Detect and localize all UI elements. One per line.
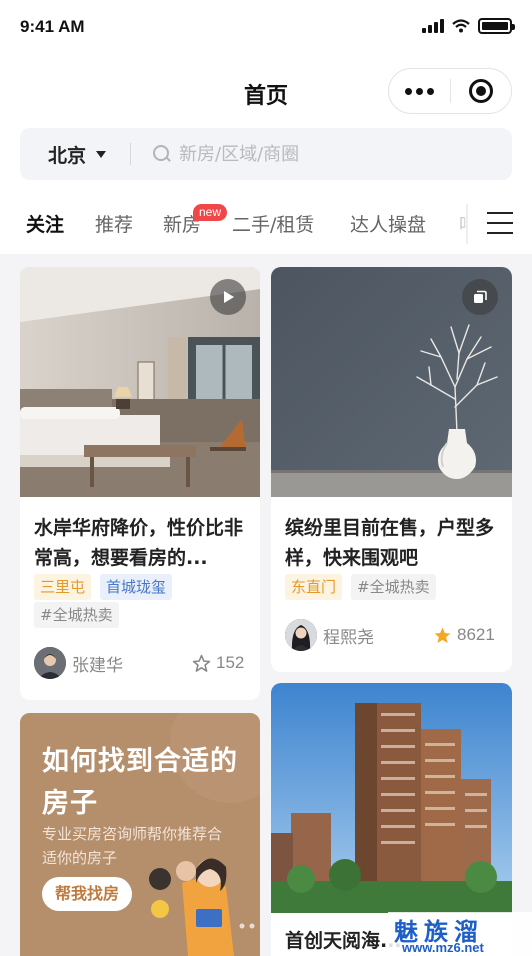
watermark-url: www.mz6.net bbox=[402, 940, 484, 955]
gallery-button[interactable] bbox=[462, 279, 498, 315]
tab-resale-rental[interactable]: 二手/租赁 bbox=[232, 210, 314, 237]
star-filled-icon bbox=[434, 627, 451, 643]
tabs-menu-button[interactable] bbox=[468, 192, 532, 254]
post-cover-image bbox=[271, 683, 512, 913]
tag-hashtag[interactable]: #全城热卖 bbox=[34, 602, 119, 628]
search-divider bbox=[130, 143, 132, 165]
find-home-button[interactable]: 帮我找房 bbox=[42, 877, 133, 911]
status-bar: 9:41 AM bbox=[0, 0, 532, 56]
menu-icon bbox=[487, 212, 513, 234]
promo-card[interactable]: 如何找到合适的房子 专业买房咨询师帮你推荐合适你的房子 帮我找房 bbox=[20, 713, 260, 956]
post-author[interactable]: 张建华 bbox=[34, 647, 123, 679]
tag-area[interactable]: 东直门 bbox=[285, 574, 343, 600]
star-outline-icon bbox=[192, 654, 211, 672]
post-author[interactable]: 程熙尧 bbox=[285, 619, 374, 651]
site-watermark: 魅族溜 www.mz6.net bbox=[388, 912, 532, 956]
author-name: 张建华 bbox=[72, 655, 123, 676]
post-title: 水岸华府降价，性价比非常高，想要看房的... bbox=[34, 517, 244, 569]
target-circle-icon bbox=[468, 79, 493, 103]
status-icons bbox=[422, 18, 515, 34]
tab-label: 关注 bbox=[26, 214, 65, 236]
like-counter[interactable]: 8621 bbox=[433, 625, 495, 645]
author-name: 程熙尧 bbox=[323, 627, 374, 648]
more-button[interactable] bbox=[389, 69, 450, 113]
tag-area[interactable]: 三里屯 bbox=[34, 574, 92, 600]
mini-program-capsule bbox=[388, 68, 512, 114]
battery-icon bbox=[478, 18, 515, 34]
tag-hashtag[interactable]: #全城热卖 bbox=[351, 574, 436, 600]
nav-bar: 首页 bbox=[0, 56, 532, 126]
tag-project[interactable]: 首城珑玺 bbox=[100, 574, 173, 600]
close-mini-program-button[interactable] bbox=[451, 69, 512, 113]
caret-down-icon bbox=[96, 150, 107, 158]
more-dots-icon bbox=[404, 87, 434, 95]
play-icon bbox=[224, 291, 234, 303]
post-title: 缤纷里目前在售，户型多样，快来围观吧 bbox=[285, 517, 495, 569]
status-time: 9:41 AM bbox=[20, 17, 85, 36]
tab-follow[interactable]: 关注 bbox=[26, 210, 65, 248]
like-count: 152 bbox=[216, 653, 245, 672]
promo-title: 如何找到合适的房子 bbox=[42, 746, 238, 819]
new-badge: new bbox=[193, 204, 228, 221]
wifi-icon bbox=[452, 19, 470, 33]
search-input[interactable] bbox=[179, 143, 440, 165]
gallery-icon bbox=[474, 290, 487, 303]
search-icon bbox=[153, 145, 171, 163]
post-card[interactable]: 水岸华府降价，性价比非常高，想要看房的... 三里屯 首城珑玺 #全城热卖 张建… bbox=[20, 267, 260, 700]
post-card[interactable]: 缤纷里目前在售，户型多样，快来围观吧 东直门 #全城热卖 程熙尧 8621 bbox=[271, 267, 512, 672]
signal-icon bbox=[422, 19, 444, 33]
avatar bbox=[285, 619, 317, 651]
city-label: 北京 bbox=[48, 144, 87, 167]
like-counter[interactable]: 152 bbox=[192, 653, 244, 673]
city-selector[interactable]: 北京 bbox=[20, 141, 130, 168]
search-bar: 北京 bbox=[20, 128, 512, 180]
category-tabs: 关注 推荐 新房 new 二手/租赁 达人操盘 喝 bbox=[0, 192, 532, 254]
like-count: 8621 bbox=[457, 625, 495, 644]
promo-subtitle: 专业买房咨询师帮你推荐合适你的房子 bbox=[42, 825, 223, 867]
active-tab-indicator bbox=[26, 243, 65, 248]
tab-recommend[interactable]: 推荐 bbox=[95, 210, 133, 237]
search-section: 北京 bbox=[0, 126, 532, 192]
play-video-button[interactable] bbox=[210, 279, 246, 315]
avatar bbox=[34, 647, 66, 679]
tab-expert-deals[interactable]: 达人操盘 bbox=[350, 210, 426, 237]
